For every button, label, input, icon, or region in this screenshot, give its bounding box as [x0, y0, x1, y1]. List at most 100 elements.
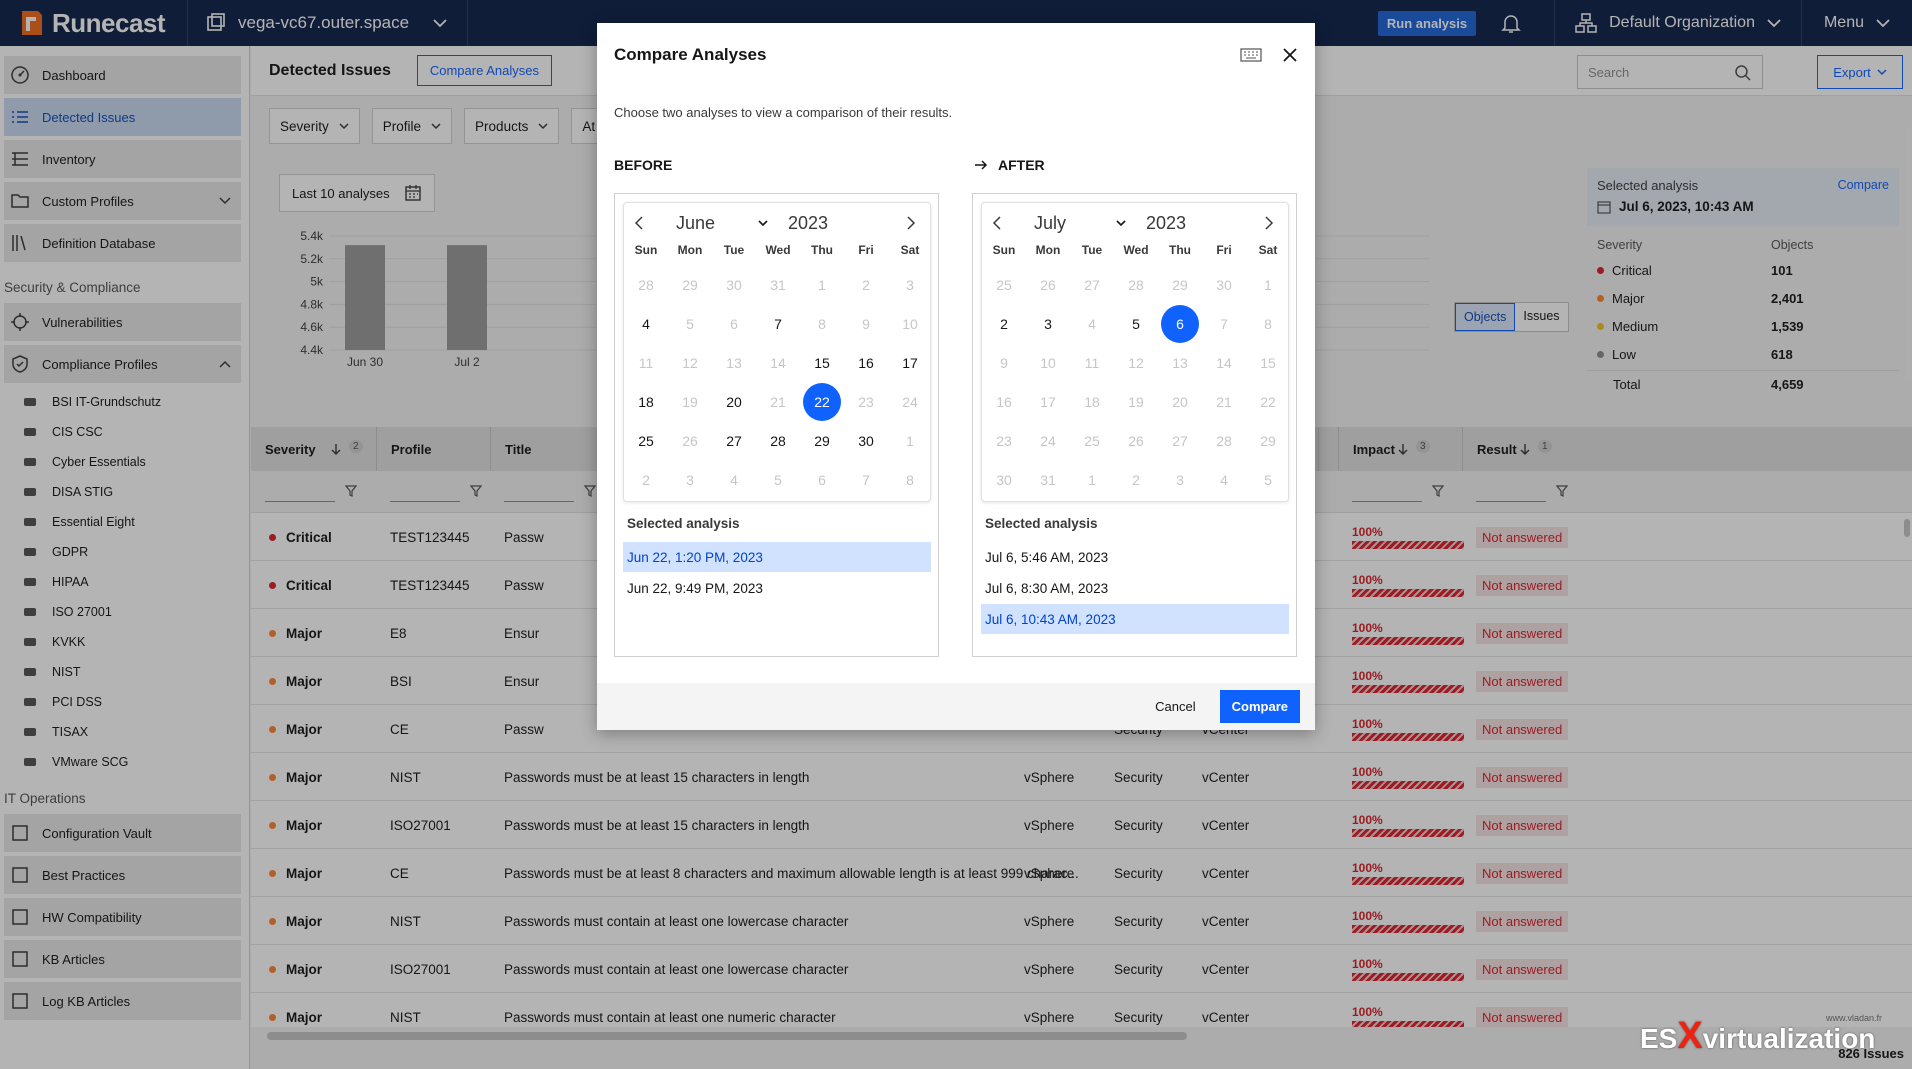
- weekday-header: Sun Mon Tue Wed Thu Fri Sat: [624, 243, 930, 265]
- weekday-label: Fri: [1216, 243, 1232, 257]
- close-icon[interactable]: [1282, 47, 1298, 63]
- calendar-day[interactable]: 7: [756, 304, 800, 343]
- calendar-day: 25: [1070, 421, 1114, 460]
- weekday-label: Sun: [992, 243, 1016, 257]
- day-number: 13: [726, 354, 742, 371]
- calendar-day[interactable]: 25: [624, 421, 668, 460]
- calendar-day: 26: [668, 421, 712, 460]
- calendar-day: 7: [1202, 304, 1246, 343]
- calendar-day[interactable]: 15: [800, 343, 844, 382]
- month-select[interactable]: July: [1034, 213, 1134, 234]
- calendar-day[interactable]: 20: [712, 382, 756, 421]
- keyboard-icon[interactable]: [1240, 47, 1262, 62]
- weekday-label: Wed: [765, 243, 791, 257]
- weekday-label: Mon: [677, 243, 703, 257]
- calendar-day: 27: [1070, 265, 1114, 304]
- day-number: 17: [902, 354, 918, 371]
- weekday-label: Tue: [1081, 243, 1103, 257]
- year-value[interactable]: 2023: [1146, 213, 1186, 234]
- selected-analysis-label: Selected analysis: [627, 516, 740, 531]
- calendar-day: 3: [668, 460, 712, 499]
- selected-day[interactable]: 6: [1158, 304, 1202, 343]
- analysis-option[interactable]: Jul 6, 10:43 AM, 2023: [981, 604, 1289, 634]
- calendar-day: 29: [1246, 421, 1290, 460]
- day-number: 20: [1172, 393, 1188, 410]
- day-number: 29: [682, 276, 698, 293]
- weekday-label: Sun: [634, 243, 658, 257]
- calendar-day[interactable]: 29: [800, 421, 844, 460]
- calendar-day: 10: [1026, 343, 1070, 382]
- calendar-day[interactable]: 27: [712, 421, 756, 460]
- day-number: 28: [770, 432, 786, 449]
- day-number: 21: [1216, 393, 1232, 410]
- day-number: 4: [642, 315, 650, 332]
- calendar-day[interactable]: 18: [624, 382, 668, 421]
- calendar-day[interactable]: 30: [844, 421, 888, 460]
- modal-header: Compare Analyses: [597, 23, 1315, 86]
- calendar-day[interactable]: 17: [888, 343, 932, 382]
- after-calendar-box: July 2023 Sun Mon Tue Wed Thu Fri Sat 25 26 27 28 29 3…: [972, 193, 1297, 657]
- calendar-day: 26: [1114, 421, 1158, 460]
- day-number: 30: [996, 471, 1012, 488]
- calendar-day: 24: [888, 382, 932, 421]
- before-calendar: June 2023 Sun Mon Tue Wed Thu Fri Sat 28 29 30 31 1 2 3…: [623, 202, 931, 502]
- before-calendar-box: June 2023 Sun Mon Tue Wed Thu Fri Sat 28 29 30 31 1 2 3…: [614, 193, 939, 657]
- calendar-day[interactable]: 28: [756, 421, 800, 460]
- day-number: 31: [1040, 471, 1056, 488]
- day-number: 3: [1044, 315, 1052, 332]
- day-number: 24: [1040, 432, 1056, 449]
- calendar-day: 2: [844, 265, 888, 304]
- day-number: 4: [1220, 471, 1228, 488]
- chevron-right-icon[interactable]: [896, 216, 926, 230]
- calendar-day: 26: [1026, 265, 1070, 304]
- month-select[interactable]: June: [676, 213, 776, 234]
- analysis-option[interactable]: Jul 6, 5:46 AM, 2023: [981, 542, 1289, 572]
- calendar-day[interactable]: 16: [844, 343, 888, 382]
- day-number: 29: [814, 432, 830, 449]
- day-number: 1: [1264, 276, 1272, 293]
- day-number: 21: [770, 393, 786, 410]
- calendar-day[interactable]: 4: [624, 304, 668, 343]
- day-number: 1: [906, 432, 914, 449]
- calendar-day: 3: [1158, 460, 1202, 499]
- calendar-day: 4: [1202, 460, 1246, 499]
- chevron-left-icon[interactable]: [982, 216, 1012, 230]
- day-number: 28: [638, 276, 654, 293]
- day-number: 19: [1128, 393, 1144, 410]
- year-value[interactable]: 2023: [788, 213, 828, 234]
- day-number: 12: [682, 354, 698, 371]
- day-number: 10: [1040, 354, 1056, 371]
- day-number: 14: [1216, 354, 1232, 371]
- analysis-option[interactable]: Jun 22, 1:20 PM, 2023: [623, 542, 931, 572]
- day-number: 3: [906, 276, 914, 293]
- day-number: 9: [862, 315, 870, 332]
- day-number: 5: [774, 471, 782, 488]
- day-number: 23: [996, 432, 1012, 449]
- calendar-day[interactable]: 2: [982, 304, 1026, 343]
- day-number: 18: [1084, 393, 1100, 410]
- calendar-day: 14: [756, 343, 800, 382]
- day-number: 19: [682, 393, 698, 410]
- calendar-day[interactable]: 3: [1026, 304, 1070, 343]
- calendar-day[interactable]: 5: [1114, 304, 1158, 343]
- after-label: AFTER: [998, 157, 1045, 173]
- day-number: 6: [1161, 304, 1199, 343]
- analysis-option[interactable]: Jun 22, 9:49 PM, 2023: [623, 573, 931, 603]
- selected-day[interactable]: 22: [800, 382, 844, 421]
- day-number: 5: [1264, 471, 1272, 488]
- chevron-left-icon[interactable]: [624, 216, 654, 230]
- chevron-right-icon[interactable]: [1254, 216, 1284, 230]
- day-number: 15: [1260, 354, 1276, 371]
- day-number: 29: [1260, 432, 1276, 449]
- calendar-day: 1: [1070, 460, 1114, 499]
- before-label: BEFORE: [614, 157, 673, 173]
- weekday-header: Sun Mon Tue Wed Thu Fri Sat: [982, 243, 1288, 265]
- cancel-button[interactable]: Cancel: [1141, 690, 1209, 723]
- day-number: 26: [1128, 432, 1144, 449]
- day-number: 31: [770, 276, 786, 293]
- compare-button[interactable]: Compare: [1219, 690, 1300, 723]
- analysis-option[interactable]: Jul 6, 8:30 AM, 2023: [981, 573, 1289, 603]
- calendar-day: 8: [888, 460, 932, 499]
- calendar-day: 4: [712, 460, 756, 499]
- calendar-day: 13: [712, 343, 756, 382]
